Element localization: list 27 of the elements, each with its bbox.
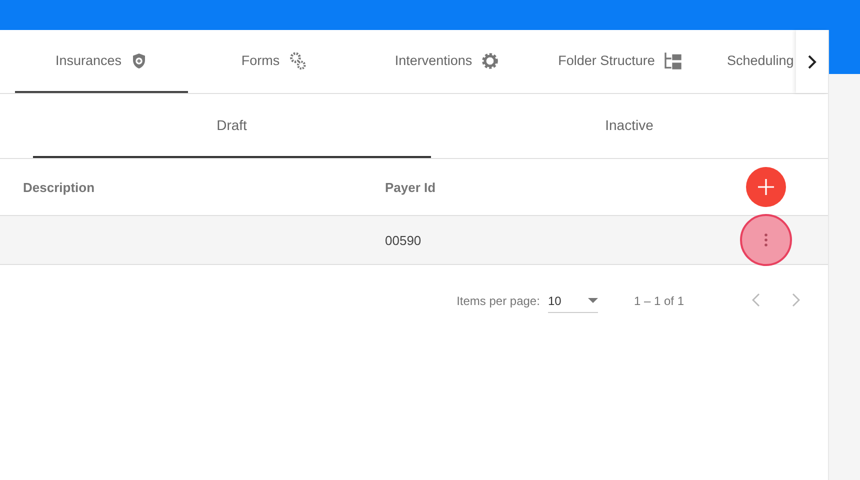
chevron-left-icon bbox=[752, 292, 760, 306]
column-header: Description bbox=[22, 180, 96, 194]
column-header: Payer Id bbox=[385, 180, 437, 194]
tab[interactable]: Scheduling bbox=[707, 30, 794, 93]
more-vertical-icon bbox=[764, 233, 768, 247]
table-cell-text: 00590 bbox=[385, 232, 422, 248]
dropdown-arrow-icon bbox=[588, 298, 598, 303]
table-row[interactable]: 00590 bbox=[0, 216, 828, 265]
chevron-right-icon bbox=[807, 54, 817, 68]
chevron-right-icon bbox=[792, 292, 800, 306]
scroll-right-button[interactable] bbox=[796, 30, 828, 93]
items-per-page-label: Items per page: bbox=[456, 294, 540, 308]
page-size-select[interactable]: 10 bbox=[548, 290, 598, 312]
folder-tree-icon bbox=[662, 50, 683, 70]
tab[interactable]: Forms bbox=[188, 30, 361, 93]
plus-icon bbox=[757, 178, 775, 196]
add-button[interactable] bbox=[746, 167, 786, 207]
tab[interactable]: Folder Structure bbox=[534, 30, 707, 93]
tab[interactable]: Interventions bbox=[361, 30, 534, 93]
side-bar bbox=[829, 30, 860, 74]
gear-icon bbox=[480, 50, 500, 70]
gears-icon bbox=[288, 50, 308, 70]
tab[interactable]: Insurances bbox=[15, 30, 188, 93]
range-label: 1 – 1 of 1 bbox=[634, 294, 684, 308]
more-options-button[interactable] bbox=[740, 214, 792, 266]
tab[interactable]: Inactive bbox=[430, 94, 828, 158]
tab[interactable]: Draft bbox=[33, 94, 430, 158]
